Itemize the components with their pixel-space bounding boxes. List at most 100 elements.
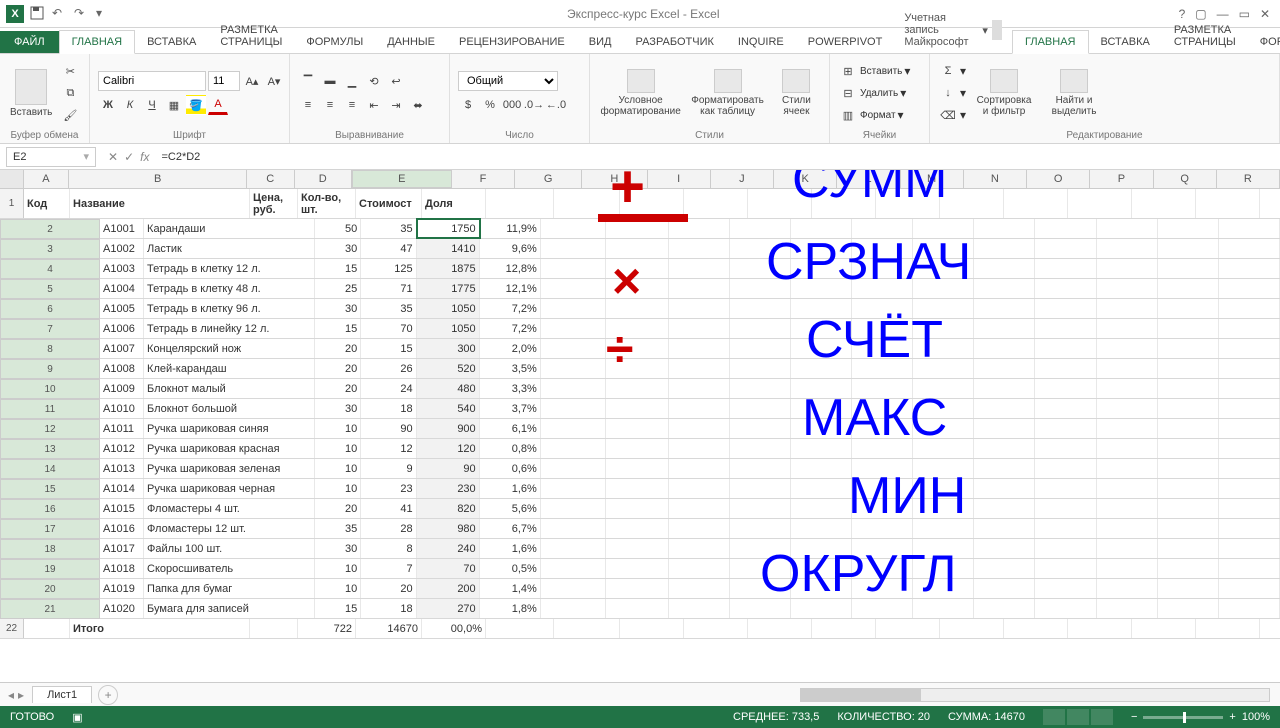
cell[interactable]: 00,0% — [422, 619, 486, 638]
cell[interactable] — [541, 279, 606, 298]
cell[interactable] — [974, 359, 1035, 378]
cell[interactable] — [24, 619, 70, 638]
cell[interactable] — [791, 279, 852, 298]
merge-icon[interactable]: ⬌ — [408, 95, 428, 115]
cell[interactable] — [606, 479, 669, 498]
cell[interactable] — [852, 539, 913, 558]
cell[interactable]: 270 — [417, 599, 480, 618]
align-bottom-icon[interactable]: ▁ — [342, 71, 362, 91]
cell[interactable] — [791, 519, 852, 538]
cell[interactable]: 20 — [315, 339, 361, 358]
cell[interactable] — [554, 189, 620, 218]
row-header[interactable]: 15 — [0, 479, 100, 499]
align-center-icon[interactable]: ≡ — [320, 95, 340, 115]
spreadsheet-grid[interactable]: ABCDEFGHIJKLMNOPQR 1КодНазваниеЦена, руб… — [0, 170, 1280, 682]
column-header-M[interactable]: M — [901, 170, 964, 188]
cell[interactable] — [852, 399, 913, 418]
cell[interactable] — [940, 619, 1004, 638]
cell[interactable] — [541, 599, 606, 618]
row-header[interactable]: 19 — [0, 559, 100, 579]
cell[interactable]: Код — [24, 189, 70, 218]
cell[interactable] — [541, 539, 606, 558]
cell[interactable] — [791, 219, 852, 238]
name-box[interactable]: E2▾ — [6, 147, 96, 167]
currency-icon[interactable]: $ — [458, 95, 478, 115]
cell[interactable] — [554, 619, 620, 638]
cell[interactable] — [730, 379, 791, 398]
cell[interactable]: Фломастеры 12 шт. — [144, 519, 315, 538]
cell[interactable] — [1219, 299, 1280, 318]
row-header[interactable]: 2 — [0, 219, 100, 239]
cell[interactable] — [541, 479, 606, 498]
format-cells-button[interactable]: ▥Формат▾ — [838, 105, 910, 125]
cell[interactable]: 70 — [361, 319, 416, 338]
cell[interactable] — [913, 319, 974, 338]
percent-icon[interactable]: % — [480, 95, 500, 115]
cell[interactable]: 230 — [417, 479, 480, 498]
cell[interactable] — [730, 579, 791, 598]
fill-icon[interactable]: ↓ — [938, 83, 958, 103]
cell[interactable] — [1132, 189, 1196, 218]
cell[interactable] — [1219, 339, 1280, 358]
cell[interactable]: 35 — [361, 299, 416, 318]
cell[interactable] — [606, 219, 669, 238]
cell[interactable] — [1035, 499, 1096, 518]
cell[interactable] — [541, 379, 606, 398]
row-header[interactable]: 3 — [0, 239, 100, 259]
cell[interactable] — [852, 599, 913, 618]
cell[interactable] — [606, 559, 669, 578]
cell[interactable]: 980 — [417, 519, 480, 538]
cell[interactable] — [1035, 239, 1096, 258]
cell[interactable]: 1775 — [417, 279, 480, 298]
cell[interactable]: Ластик — [144, 239, 315, 258]
cell[interactable] — [541, 239, 606, 258]
cell[interactable] — [1035, 299, 1096, 318]
cell[interactable]: 5,6% — [480, 499, 541, 518]
cell[interactable]: 2,0% — [480, 339, 541, 358]
cell[interactable] — [250, 619, 298, 638]
cell[interactable] — [669, 579, 730, 598]
cell[interactable] — [791, 599, 852, 618]
cell[interactable] — [1035, 479, 1096, 498]
cell[interactable] — [913, 579, 974, 598]
cell[interactable] — [669, 219, 730, 238]
cell[interactable] — [730, 479, 791, 498]
normal-view-icon[interactable] — [1043, 709, 1065, 725]
cell[interactable] — [669, 439, 730, 458]
cell[interactable] — [1158, 299, 1219, 318]
cell[interactable] — [730, 419, 791, 438]
cell[interactable]: Кол-во, шт. — [298, 189, 356, 218]
cell[interactable] — [1219, 459, 1280, 478]
align-left-icon[interactable]: ≡ — [298, 95, 318, 115]
tab-вставка[interactable]: ВСТАВКА — [1089, 31, 1162, 53]
cell[interactable] — [1097, 239, 1158, 258]
cell[interactable] — [541, 459, 606, 478]
cell[interactable] — [1219, 279, 1280, 298]
cell[interactable] — [913, 299, 974, 318]
cell[interactable] — [974, 259, 1035, 278]
cell[interactable] — [1035, 379, 1096, 398]
select-all-corner[interactable] — [0, 170, 24, 188]
column-header-I[interactable]: I — [648, 170, 711, 188]
cell[interactable] — [1035, 359, 1096, 378]
column-header-O[interactable]: O — [1027, 170, 1090, 188]
cell[interactable]: 9 — [361, 459, 416, 478]
fill-color-icon[interactable]: 🪣 — [186, 95, 206, 115]
cell[interactable] — [606, 439, 669, 458]
cell[interactable] — [852, 259, 913, 278]
column-header-D[interactable]: D — [295, 170, 352, 188]
cell[interactable] — [974, 519, 1035, 538]
cell[interactable] — [730, 559, 791, 578]
cell[interactable] — [1219, 519, 1280, 538]
cell[interactable]: 0,6% — [480, 459, 541, 478]
cell[interactable]: 20 — [315, 499, 361, 518]
increase-font-icon[interactable]: A▴ — [242, 71, 262, 91]
cell[interactable]: 12,1% — [480, 279, 541, 298]
cell[interactable]: Тетрадь в клетку 48 л. — [144, 279, 315, 298]
cell[interactable] — [541, 259, 606, 278]
cell[interactable] — [1097, 439, 1158, 458]
row-header[interactable]: 13 — [0, 439, 100, 459]
cell[interactable] — [852, 579, 913, 598]
cell[interactable]: 1,8% — [480, 599, 541, 618]
cell[interactable] — [1097, 359, 1158, 378]
